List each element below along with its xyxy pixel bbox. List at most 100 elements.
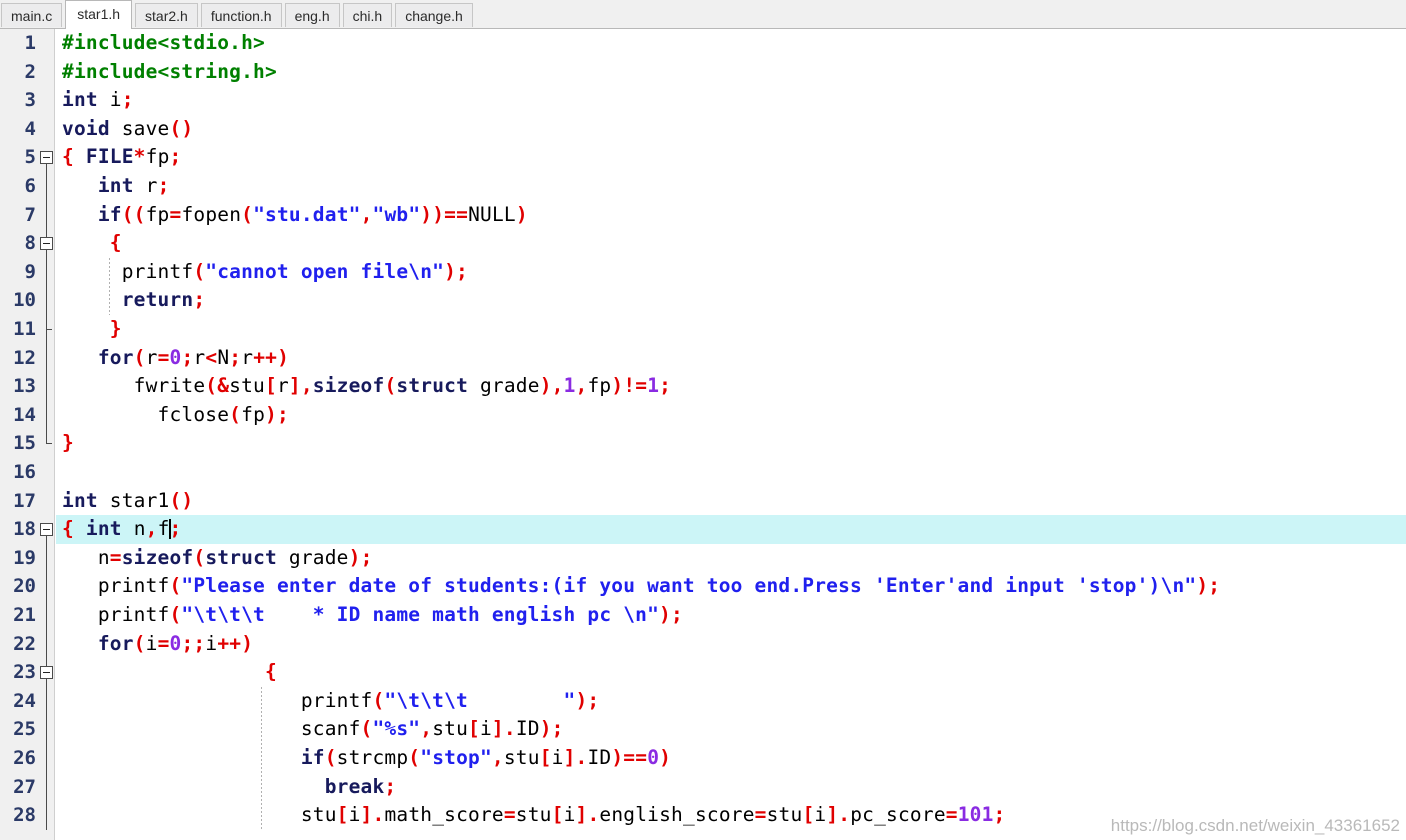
code-line[interactable]: 21 printf("\t\t\t * ID name math english… <box>0 601 1406 630</box>
line-number: 28 <box>13 804 36 827</box>
code-line[interactable]: 3 int i; <box>0 86 1406 115</box>
fold-guide-line <box>46 679 47 830</box>
code-line-text: for(r=0;r<N;r++) <box>97 345 290 369</box>
code-line-text: fclose(fp); <box>157 402 289 426</box>
tab-star2-h[interactable]: star2.h <box>135 3 198 27</box>
code-line-text: fwrite(&stu[r],sizeof(struct grade),1,fp… <box>133 374 672 398</box>
fold-toggle-5[interactable] <box>40 151 53 165</box>
line-number: 27 <box>13 775 36 798</box>
line-number: 9 <box>24 260 36 283</box>
code-line-text: { <box>264 660 277 684</box>
code-line-text: int star1() <box>62 488 194 512</box>
line-number: 10 <box>13 289 36 312</box>
code-editor[interactable]: 1 #include<stdio.h> 2 #include<string.h> 3 in… <box>0 29 1406 840</box>
code-line[interactable]: 13 fwrite(&stu[r],sizeof(struct grade),1… <box>0 372 1406 401</box>
code-line-text: break; <box>324 774 397 798</box>
code-line[interactable]: 23 { <box>0 658 1406 687</box>
fold-toggle-23[interactable] <box>40 666 53 680</box>
code-line[interactable]: 22 for(i=0;;i++) <box>0 630 1406 659</box>
code-line-text: #include<string.h> <box>62 59 277 83</box>
code-line-text: n=sizeof(struct grade); <box>97 545 373 569</box>
tab-label: star2.h <box>145 8 188 24</box>
code-text-area[interactable]: 1 #include<stdio.h> 2 #include<string.h> 3 in… <box>0 29 1406 840</box>
code-line[interactable]: 20 printf("Please enter date of students… <box>0 572 1406 601</box>
code-line-text: printf("Please enter date of students:(i… <box>97 574 1221 598</box>
code-line[interactable]: 16 <box>0 458 1406 487</box>
code-line-text: printf("cannot open file\n"); <box>121 259 468 283</box>
line-number: 11 <box>13 318 36 340</box>
code-line[interactable]: 24 printf("\t\t\t "); <box>0 687 1406 716</box>
line-number: 15 <box>13 432 36 455</box>
tab-function-h[interactable]: function.h <box>200 3 282 27</box>
line-number: 19 <box>13 546 36 569</box>
fold-guide-line <box>46 250 47 329</box>
code-line[interactable]: 26 if(strcmp("stop",stu[i].ID)==0) <box>0 744 1406 773</box>
tab-main-c[interactable]: main.c <box>1 3 63 27</box>
fold-end-tick <box>46 329 52 330</box>
code-line-text: int i; <box>62 88 134 112</box>
line-number: 18 <box>13 518 36 541</box>
line-number: 20 <box>13 575 36 598</box>
line-number: 26 <box>13 747 36 769</box>
fold-toggle-18[interactable] <box>40 523 53 537</box>
code-line-text: #include<stdio.h> <box>62 31 265 54</box>
tab-label: star1.h <box>77 6 121 22</box>
tab-eng-h[interactable]: eng.h <box>284 3 340 27</box>
code-line[interactable]: 11 } <box>0 315 1406 344</box>
fold-end-tick <box>46 443 52 445</box>
code-line[interactable]: 2 #include<string.h> <box>0 58 1406 87</box>
code-line[interactable]: 8 { <box>0 229 1406 258</box>
code-line[interactable]: 10 return; <box>0 286 1406 315</box>
code-line-text: int r; <box>97 174 170 197</box>
code-line[interactable]: 14 fclose(fp); <box>0 401 1406 430</box>
code-line[interactable]: 5 { FILE*fp; <box>0 143 1406 172</box>
line-number: 16 <box>13 461 36 483</box>
tab-star1-h[interactable]: star1.h <box>65 0 133 29</box>
code-line[interactable]: 4 void save() <box>0 115 1406 144</box>
editor-tab-bar: main.c star1.h star2.h function.h eng.h … <box>0 0 1406 29</box>
code-line-text: return; <box>121 288 206 312</box>
line-number: 23 <box>13 661 36 684</box>
code-line-text: { <box>109 231 122 255</box>
code-line[interactable]: 9 printf("cannot open file\n"); <box>0 258 1406 287</box>
code-line-text: stu[i].math_score=stu[i].english_score=s… <box>300 803 1006 827</box>
fold-toggle-8[interactable] <box>40 237 53 251</box>
code-line[interactable]: 19 n=sizeof(struct grade); <box>0 544 1406 573</box>
code-line[interactable]: 1 #include<stdio.h> <box>0 29 1406 58</box>
code-line[interactable]: 27 break; <box>0 773 1406 802</box>
code-line[interactable]: 18 { int n,f; <box>0 515 1406 544</box>
tab-label: eng.h <box>294 8 330 24</box>
line-number: 25 <box>13 718 36 741</box>
line-number: 12 <box>13 346 36 369</box>
code-line[interactable]: 17 int star1() <box>0 487 1406 516</box>
code-line[interactable]: 28 stu[i].math_score=stu[i].english_scor… <box>0 801 1406 830</box>
line-number: 6 <box>24 175 36 197</box>
code-line[interactable]: 25 scanf("%s",stu[i].ID); <box>0 715 1406 744</box>
line-number: 1 <box>24 32 36 54</box>
line-number: 4 <box>24 117 36 140</box>
code-line-text: scanf("%s",stu[i].ID); <box>300 717 564 741</box>
code-line-text: } <box>109 317 122 340</box>
line-number: 22 <box>13 632 36 655</box>
code-line[interactable]: 6 int r; <box>0 172 1406 201</box>
line-number: 8 <box>24 232 36 255</box>
tab-label: change.h <box>405 8 463 24</box>
code-line-text: printf("\t\t\t * ID name math english pc… <box>97 603 683 626</box>
tab-chi-h[interactable]: chi.h <box>342 3 393 27</box>
code-line[interactable]: 15} <box>0 429 1406 458</box>
code-line[interactable]: 7 if((fp=fopen("stu.dat","wb"))==NULL) <box>0 201 1406 230</box>
code-line-text: if(strcmp("stop",stu[i].ID)==0) <box>300 746 672 769</box>
line-number: 17 <box>13 489 36 512</box>
code-line-text: void save() <box>62 116 194 140</box>
line-number: 7 <box>24 203 36 226</box>
line-number: 13 <box>13 375 36 398</box>
line-number: 3 <box>24 89 36 112</box>
code-line[interactable]: 12 for(r=0;r<N;r++) <box>0 344 1406 373</box>
code-line-text: { FILE*fp; <box>62 145 182 169</box>
tab-label: function.h <box>210 8 272 24</box>
tab-label: chi.h <box>352 8 383 24</box>
line-number: 21 <box>13 604 36 626</box>
tab-change-h[interactable]: change.h <box>395 3 473 27</box>
line-number: 5 <box>24 146 36 169</box>
code-line-text: { int n,f; <box>62 517 182 541</box>
